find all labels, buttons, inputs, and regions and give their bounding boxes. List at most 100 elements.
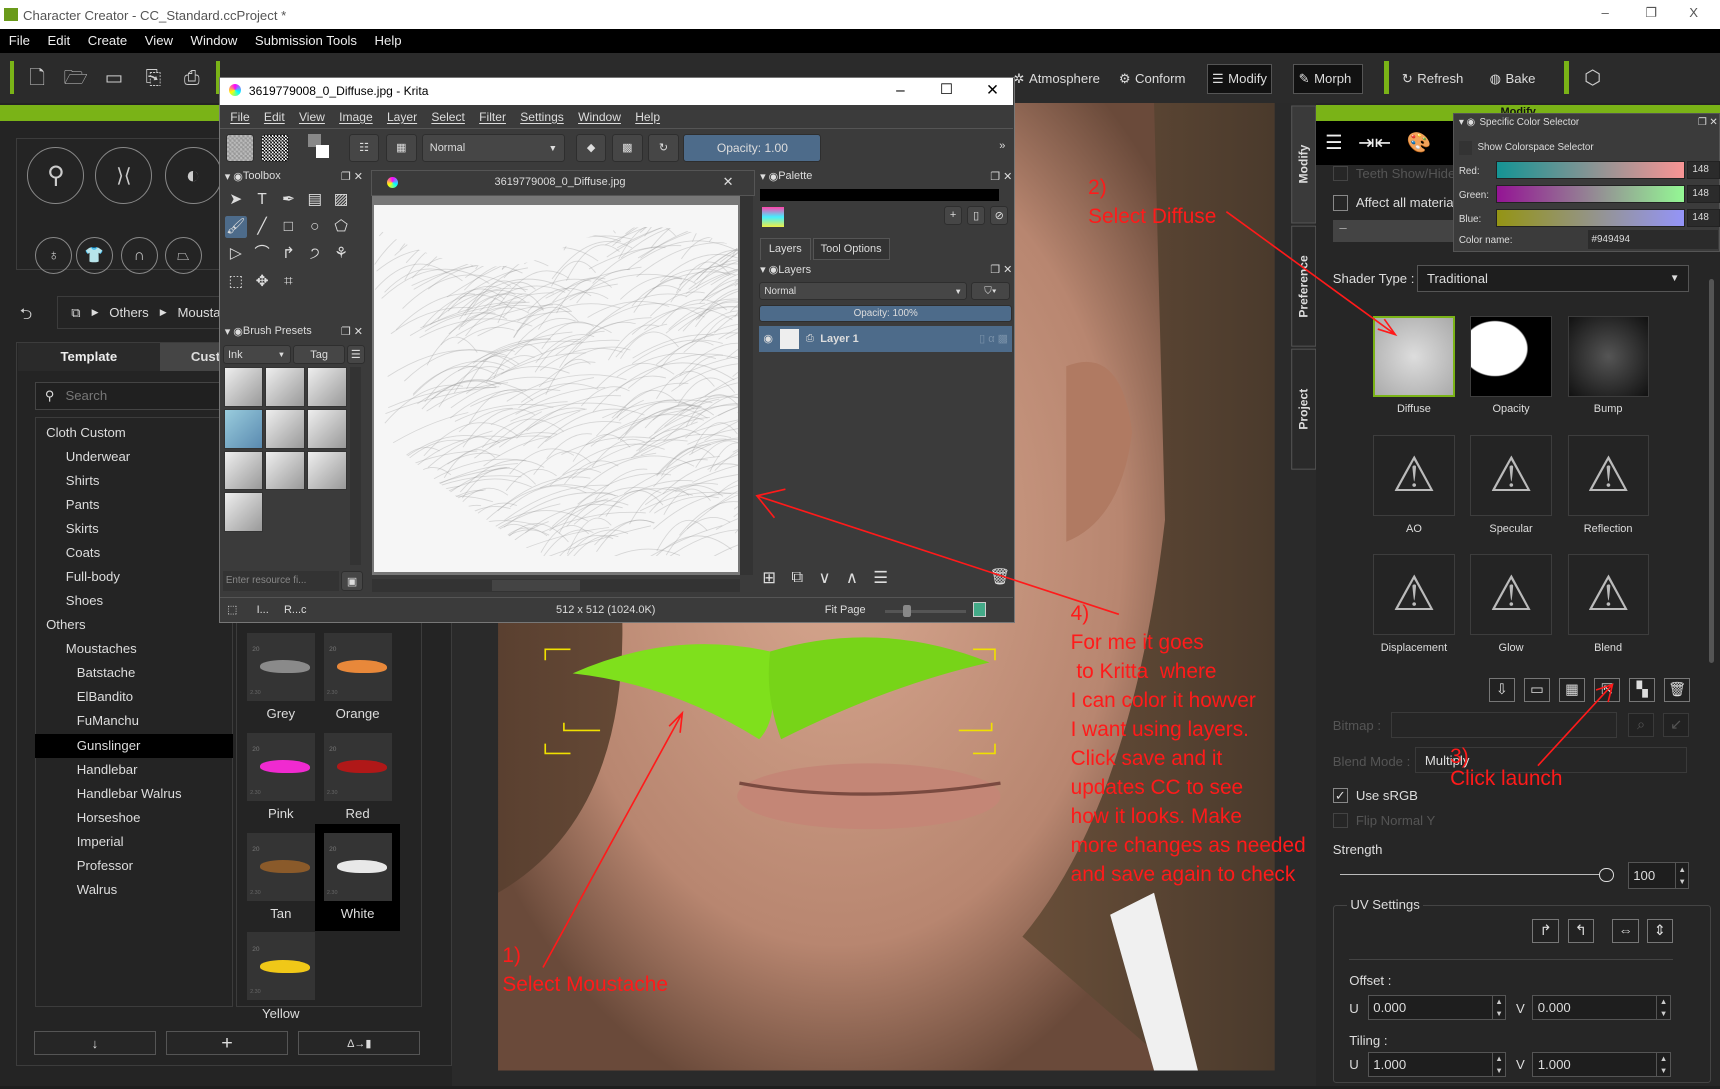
moustache-thumbnail[interactable]: 20 2.30 [323, 632, 392, 701]
strength-input[interactable]: 100 ▲ ▼ [1627, 862, 1690, 889]
brush-preset[interactable] [223, 367, 264, 407]
refresh-button[interactable]: ↻ Refresh [1398, 64, 1468, 95]
tree-item[interactable]: Professor [35, 854, 232, 878]
red-input[interactable]: 148 [1686, 161, 1720, 179]
brush-presets-icon[interactable]: ▦ [386, 133, 417, 163]
delete-layer-icon[interactable]: 🗑 [989, 568, 1010, 587]
moustache-thumbnail[interactable]: 20 2.30 [246, 932, 315, 1001]
close-document-icon[interactable]: ✕ [723, 174, 734, 190]
ellipse-icon[interactable]: ○ [304, 216, 326, 238]
brush-preset[interactable] [265, 409, 305, 449]
vertical-scrollbar[interactable] [740, 196, 754, 575]
dynamic-brush-icon[interactable]: ੭ [304, 243, 326, 265]
calligraphy-icon[interactable]: ✒ [277, 189, 299, 211]
launch-icon[interactable]: ⇱ [1593, 677, 1621, 703]
tree-item[interactable]: Moustaches [35, 637, 232, 661]
opacity-slider[interactable]: Opacity: 1.00 [683, 133, 822, 163]
krita-menu-filter[interactable]: Filter [479, 110, 506, 124]
layer-filter-icon[interactable]: ⛉▾ [970, 281, 1011, 301]
texture-slot-blend[interactable]: ⚠ [1567, 553, 1649, 636]
texture-slot-diffuse[interactable] [1373, 315, 1455, 398]
tiling-u-input[interactable]: 1.000 ▲ ▼ [1367, 1051, 1507, 1078]
zoom-slider[interactable] [885, 605, 967, 618]
tree-item[interactable]: Others [35, 613, 232, 637]
open-folder-icon[interactable]: 🗁 [64, 66, 88, 90]
menu-submission-tools[interactable]: Submission Tools [255, 33, 357, 48]
tree-item[interactable]: Pants [35, 493, 232, 517]
moustache-thumbnail[interactable]: 20 2.30 [246, 632, 315, 701]
tiling-v-input[interactable]: 1.000 ▲ ▼ [1532, 1051, 1671, 1078]
layer-properties-icon[interactable]: ☰ [873, 568, 888, 588]
tab-layers[interactable]: Layers [760, 237, 811, 260]
save-icon[interactable]: ▭ [102, 66, 126, 90]
panel-scrollbar[interactable] [1709, 278, 1715, 663]
tree-item[interactable]: Gunslinger [35, 733, 233, 758]
transform-icon[interactable]: ⬚ [225, 271, 247, 293]
tree-item[interactable]: Handlebar [35, 758, 232, 782]
tree-item[interactable]: Imperial [35, 830, 232, 854]
remove-swatch-icon[interactable]: ⊘ [990, 206, 1008, 225]
import-icon[interactable]: ⎙ [180, 66, 204, 90]
morph-icon[interactable]: ⇥⇤ [1358, 131, 1391, 155]
material-category-icon[interactable]: ◐ [164, 146, 222, 205]
morph-button[interactable]: ✎ Morph [1293, 63, 1364, 95]
tree-item[interactable]: Handlebar Walrus [35, 782, 232, 806]
canvas-only-icon[interactable] [972, 602, 987, 618]
select-shapes-icon[interactable]: ➤ [225, 189, 247, 211]
preset-view-icon[interactable]: ☰ [346, 345, 366, 365]
layer-opacity-slider[interactable]: Opacity: 100% [758, 304, 1013, 323]
tab-preference[interactable]: Preference [1291, 225, 1317, 347]
pattern-preset-button[interactable] [260, 133, 290, 163]
brush-preset[interactable] [307, 409, 347, 449]
breadcrumb-others[interactable]: Others [109, 305, 148, 320]
teeth-checkbox[interactable] [1332, 165, 1349, 181]
tab-project[interactable]: Project [1291, 348, 1317, 470]
menu-file[interactable]: File [9, 33, 30, 48]
brush-preset[interactable] [223, 450, 264, 491]
home-icon[interactable]: ⧉ [71, 305, 80, 321]
krita-minimize-button[interactable]: – [896, 82, 905, 100]
render-icon[interactable]: ⬡ [1581, 66, 1605, 90]
add-button[interactable]: + [165, 1031, 289, 1056]
move-up-icon[interactable]: ∧ [846, 568, 858, 588]
slider-handle[interactable] [1599, 867, 1614, 882]
sliders-icon[interactable]: ☰ [1325, 131, 1343, 155]
krita-menu-layer[interactable]: Layer [387, 110, 417, 124]
tree-item[interactable]: Full-body [35, 565, 232, 589]
affect-all-checkbox[interactable] [1332, 195, 1349, 211]
polyline-icon[interactable]: ▷ [225, 243, 247, 265]
color-name-input[interactable]: #949494 [1588, 230, 1718, 249]
use-srgb-checkbox[interactable]: ✓ [1332, 787, 1349, 803]
float-close-icons[interactable]: ❐ ✕ [990, 170, 1012, 183]
back-icon[interactable]: ⮌ [20, 303, 32, 329]
texture-slot-reflection[interactable]: ⚠ [1567, 434, 1649, 517]
line-icon[interactable]: ╱ [251, 216, 273, 238]
reload-preset-icon[interactable]: ↻ [648, 133, 679, 163]
add-swatch-icon[interactable]: + [944, 206, 962, 225]
brush-preset[interactable] [223, 492, 264, 532]
palette-bar[interactable] [760, 188, 1000, 201]
apply-button[interactable]: Δ→▮ [298, 1031, 421, 1056]
float-close-icons[interactable]: ❐ ✕ [341, 325, 363, 338]
brush-preset[interactable] [223, 409, 264, 449]
moustache-thumbnail[interactable]: 20 2.30 [246, 832, 315, 901]
close-button[interactable]: X [1689, 5, 1698, 20]
grid-icon[interactable]: ▦ [1558, 677, 1586, 703]
menu-view[interactable]: View [145, 33, 173, 48]
tree-item[interactable]: Underwear [35, 445, 232, 469]
add-layer-icon[interactable]: ⊞ [762, 568, 776, 588]
rotate-cw-icon[interactable]: ↱ [1532, 919, 1559, 944]
krita-menu-window[interactable]: Window [578, 110, 621, 124]
zoom-mode[interactable]: Fit Page [825, 604, 866, 616]
bake-button[interactable]: ◍ Bake [1485, 64, 1540, 95]
red-slider[interactable] [1496, 161, 1685, 179]
flip-vertical-icon[interactable]: ⇕ [1646, 919, 1673, 944]
krita-close-button[interactable]: ✕ [986, 81, 999, 100]
green-input[interactable]: 148 [1686, 185, 1720, 203]
layer-lock-alpha-icons[interactable]: ▯ α ▩ [979, 332, 1012, 345]
polygon-icon[interactable]: ⬠ [330, 216, 352, 238]
modify-button[interactable]: ☰ Modify [1206, 63, 1273, 95]
conform-button[interactable]: ⚙ Conform [1114, 64, 1189, 95]
multibrush-icon[interactable]: ⚘ [330, 243, 352, 265]
strength-slider[interactable] [1340, 867, 1614, 882]
